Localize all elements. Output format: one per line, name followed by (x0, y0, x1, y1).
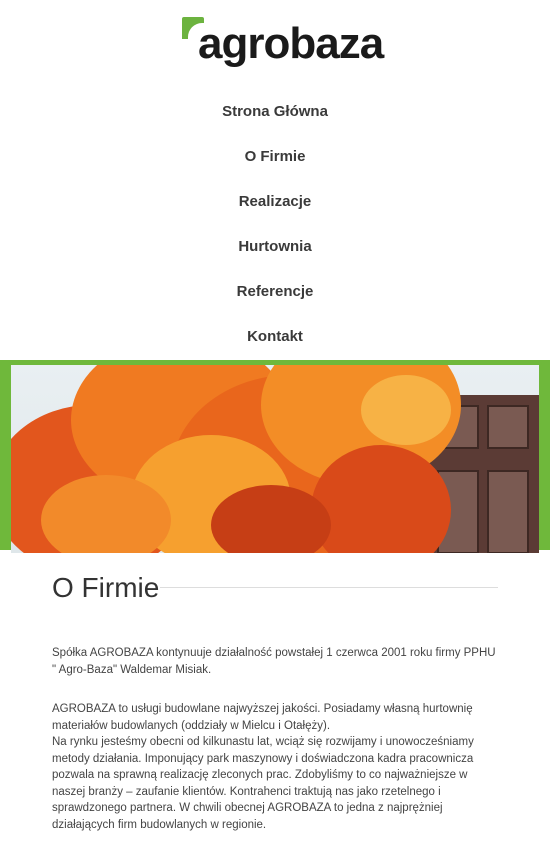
logo-text: agrobaza (198, 19, 384, 68)
history-paragraph: Na rynku jesteśmy obecni od kilkunastu l… (52, 736, 474, 831)
services-paragraph: AGROBAZA to usługi budowlane najwyższej … (52, 703, 473, 732)
agrobaza-logo[interactable]: agrobaza (182, 17, 384, 69)
page-title: O Firmie (52, 572, 160, 603)
main-nav: Strona Główna O Firmie Realizacje Hurtow… (0, 94, 550, 364)
site-header: agrobaza Strona Główna O Firmie Realizac… (0, 0, 550, 360)
nav-item-realizacje[interactable]: Realizacje (0, 184, 550, 229)
building-window (487, 470, 529, 553)
autumn-tree-photo (11, 365, 539, 553)
main-content: O Firmie Spółka AGROBAZA kontynuuje dzia… (0, 550, 550, 833)
nav-item-strona-glowna[interactable]: Strona Główna (0, 94, 550, 139)
nav-item-kontakt[interactable]: Kontakt (0, 319, 550, 364)
building-window (487, 405, 529, 449)
hero-banner (0, 360, 550, 553)
title-divider (160, 587, 498, 588)
nav-item-referencje[interactable]: Referencje (0, 274, 550, 319)
section-heading: O Firmie (0, 550, 550, 610)
nav-item-o-firmie[interactable]: O Firmie (0, 139, 550, 184)
intro-paragraph: Spółka AGROBAZA kontynuuje działalność p… (52, 647, 496, 676)
nav-item-hurtownia[interactable]: Hurtownia (0, 229, 550, 274)
